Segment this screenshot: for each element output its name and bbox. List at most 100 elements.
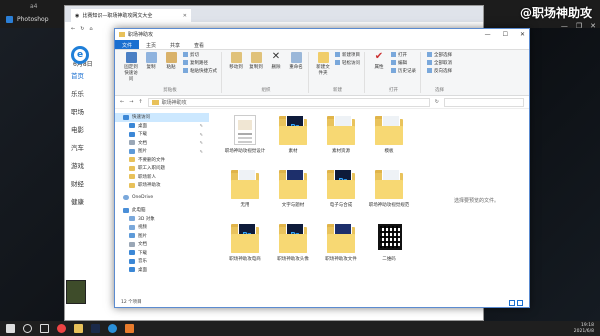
start-icon[interactable] [6, 324, 15, 333]
delete-button[interactable]: ✕ 删除 [268, 52, 284, 71]
file-item[interactable]: 职场神助攻视觉设计 [223, 115, 267, 155]
rename-button[interactable]: 重命名 [288, 52, 304, 70]
copy-path-item[interactable]: 复制路径 [183, 60, 217, 66]
refresh-icon[interactable]: ↻ [80, 26, 84, 32]
folder-item[interactable]: Ps 电子与合成 [319, 169, 363, 209]
tab-close-icon[interactable]: ✕ [183, 13, 187, 19]
nav-item-pc-downloads[interactable]: 下载 [115, 249, 209, 258]
folder-item[interactable]: 文字与题材 [271, 169, 315, 209]
nav-onedrive[interactable]: OneDrive [115, 194, 209, 203]
side-item-7[interactable]: 健康 [65, 192, 115, 210]
copy-button[interactable]: 复制 [143, 52, 159, 70]
nav-item-documents[interactable]: 文档 ✎ [115, 139, 209, 148]
side-item-6[interactable]: 财经 [65, 174, 115, 192]
explorer-icon[interactable] [74, 324, 83, 333]
nav-item-downloads[interactable]: 下载 ✎ [115, 130, 209, 139]
side-item-4[interactable]: 汽车 [65, 138, 115, 156]
ribbon-group-new: 新建文件夹 新建项目 轻松访问 新建 [311, 52, 365, 93]
paste-button[interactable]: 粘贴 [163, 52, 179, 70]
nav-item-folder-3[interactable]: 职场新人 [115, 173, 209, 182]
invert-selection-item[interactable]: 反向选择 [427, 68, 452, 74]
image-item[interactable]: 二维码 [367, 223, 411, 263]
side-item-2[interactable]: 职场 [65, 102, 115, 120]
edge-icon[interactable] [108, 324, 117, 333]
copy-label: 复制 [146, 65, 156, 70]
chrome-icon[interactable] [57, 324, 66, 333]
preview-pane-message: 选择要预览的文件。 [453, 198, 499, 204]
folder-item[interactable]: 无用 [223, 169, 267, 209]
paste-shortcut-item[interactable]: 粘贴快捷方式 [183, 68, 217, 74]
tab-share[interactable]: 共享 [163, 40, 187, 49]
folder-item[interactable]: 素材资源 [319, 115, 363, 155]
back-icon[interactable]: ← [120, 99, 124, 105]
nav-item-pc-pictures[interactable]: 图片 [115, 232, 209, 241]
nav-item-pc-desktop[interactable]: 桌面 [115, 266, 209, 275]
close-icon[interactable]: ✕ [590, 22, 596, 30]
nav-item-videos[interactable]: 视频 [115, 223, 209, 232]
details-view-icon[interactable] [509, 300, 515, 306]
game-shortcut-icon[interactable] [66, 280, 86, 304]
nav-this-pc[interactable]: 此电脑 [115, 206, 209, 215]
system-tray[interactable]: 19:18 2021/6/8 [574, 323, 594, 334]
maximize-icon[interactable]: ☐ [503, 31, 508, 38]
nav-item-music[interactable]: 音乐 [115, 257, 209, 266]
back-icon[interactable]: ← [71, 26, 75, 32]
edit-item[interactable]: 编辑 [391, 60, 416, 66]
tab-file[interactable]: 文件 [115, 40, 140, 49]
side-item-5[interactable]: 游戏 [65, 156, 115, 174]
minimize-icon[interactable]: — [485, 31, 491, 38]
side-item-label: 电影 [71, 126, 84, 134]
new-folder-button[interactable]: 新建文件夹 [315, 52, 331, 76]
nav-item-3d[interactable]: 3D 对象 [115, 215, 209, 224]
photoshop-tab[interactable]: Photoshop [6, 16, 49, 23]
forward-icon[interactable]: → [129, 99, 133, 105]
folder-item[interactable]: Ps 素材 [271, 115, 315, 155]
group-name: 选择 [435, 88, 444, 93]
photoshop-icon[interactable] [91, 324, 100, 333]
nav-item-pictures[interactable]: 图片 ✎ [115, 147, 209, 156]
cut-item[interactable]: 剪切 [183, 52, 217, 58]
folder-item[interactable]: 模板 [367, 115, 411, 155]
open-item[interactable]: 打开 [391, 52, 416, 58]
home-icon[interactable]: ⌂ [89, 26, 92, 32]
ie-logo-icon[interactable]: e [71, 46, 89, 64]
task-view-icon[interactable] [40, 324, 49, 333]
app-icon[interactable] [125, 324, 134, 333]
nav-quick-access[interactable]: 快速访问 [115, 113, 209, 122]
history-item[interactable]: 历史记录 [391, 68, 416, 74]
copy-to-button[interactable]: 复制到 [248, 52, 264, 70]
large-icons-view-icon[interactable] [517, 300, 523, 306]
side-item-3[interactable]: 电影 [65, 120, 115, 138]
minimize-icon[interactable]: — [561, 22, 568, 30]
browser-tab[interactable]: ◉ 比赛知识—职场神助攻网文大全 ✕ [71, 9, 191, 22]
easy-access-item[interactable]: 轻松访问 [335, 60, 360, 66]
nav-item-desktop[interactable]: 桌面 ✎ [115, 122, 209, 131]
refresh-icon[interactable]: ↻ [435, 99, 439, 105]
folder-icon [279, 169, 307, 201]
new-item[interactable]: 新建项目 [335, 52, 360, 58]
up-icon[interactable]: ↑ [138, 99, 142, 105]
select-all-item[interactable]: 全部选择 [427, 52, 452, 58]
pin-button[interactable]: 固定到快速访问 [123, 52, 139, 82]
address-field[interactable]: 职场神助攻 [147, 97, 430, 107]
folder-item[interactable]: 职场神助攻文件 [319, 223, 363, 263]
properties-button[interactable]: ✔ 属性 [371, 52, 387, 71]
select-none-item[interactable]: 全部取消 [427, 60, 452, 66]
tab-view[interactable]: 查看 [187, 40, 211, 49]
folder-item[interactable]: Ps 职场神助攻头像 [271, 223, 315, 263]
nav-item-folder-4[interactable]: 职场神助攻 [115, 181, 209, 190]
photoshop-top-label: a4 [30, 3, 38, 10]
folder-item[interactable]: Ps 职场神助攻电商 [223, 223, 267, 263]
folder-item[interactable]: 职场神助攻视觉规范 [367, 169, 411, 209]
search-icon[interactable] [23, 324, 32, 333]
nav-item-pc-documents[interactable]: 文档 [115, 240, 209, 249]
search-input[interactable] [444, 97, 524, 107]
move-to-button[interactable]: 移动到 [228, 52, 244, 70]
nav-item-folder-2[interactable]: 职工入职问题 [115, 164, 209, 173]
side-item-1[interactable]: 乐乐 [65, 84, 115, 102]
close-icon[interactable]: ✕ [520, 31, 525, 38]
tab-home[interactable]: 主页 [139, 40, 163, 49]
nav-item-folder-1[interactable]: 不要删的文件 [115, 156, 209, 165]
home-link[interactable]: 首页 [65, 66, 115, 84]
restore-icon[interactable]: ❐ [576, 22, 582, 30]
